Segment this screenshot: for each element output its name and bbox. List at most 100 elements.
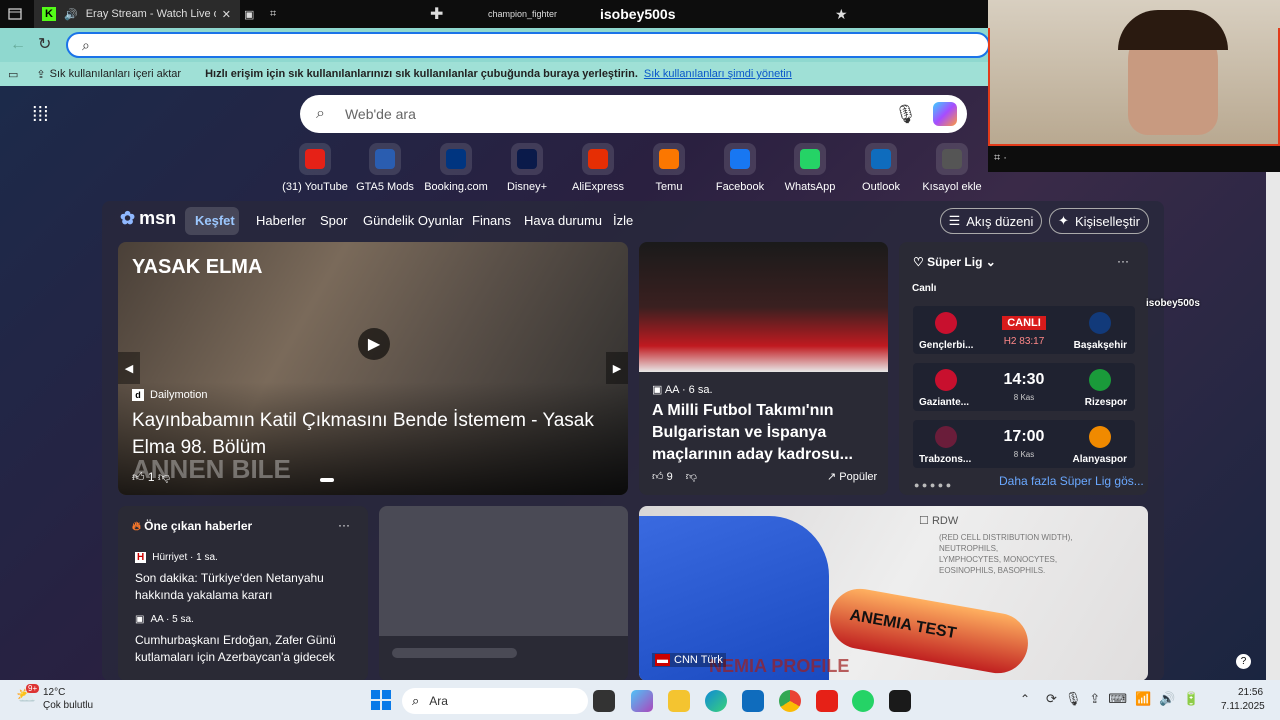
hero-title[interactable]: Kayınbabamın Katil Çıkmasını Bende İstem… bbox=[132, 407, 622, 461]
match-row[interactable]: Gençlerbi... CANLI H2 83:17 Başakşehir bbox=[913, 306, 1135, 354]
shortcut-temu[interactable]: Temu bbox=[629, 143, 709, 193]
next-arrow-icon[interactable]: ▶ bbox=[606, 352, 628, 384]
tab-title: Eray Stream - Watch Live on bbox=[85, 8, 216, 20]
apps-grid-icon[interactable]: ⁞⁞⁞ bbox=[32, 104, 49, 127]
refresh-icon[interactable]: ↻ bbox=[38, 34, 51, 54]
shortcut-gta5mods[interactable]: GTA5 Mods bbox=[345, 143, 425, 193]
carousel-indicator[interactable] bbox=[320, 478, 334, 482]
tab-eray-stream[interactable]: K 🔊 Eray Stream - Watch Live on ✕ bbox=[34, 0, 240, 28]
featured-item-title[interactable]: Son dakika: Türkiye'den Netanyahu hakkın… bbox=[135, 570, 355, 604]
clock-date[interactable]: 7.11.2025 bbox=[1221, 701, 1265, 712]
copilot-icon[interactable] bbox=[933, 102, 957, 126]
import-favorites-link[interactable]: Sık kullanılanları içeri aktar bbox=[50, 68, 181, 80]
nav-gundelik-oyunlar[interactable]: Gündelik Oyunlar bbox=[363, 213, 463, 228]
mic-icon[interactable]: 🎙 bbox=[894, 104, 917, 125]
popular-label: Popüler bbox=[839, 471, 878, 483]
windows-start-icon[interactable] bbox=[371, 690, 391, 710]
taskbar-search[interactable]: ⌕ Ara bbox=[402, 688, 588, 714]
featured-item-source-label: AA · 5 sa. bbox=[150, 614, 194, 625]
chrome-icon[interactable] bbox=[779, 690, 801, 712]
shortcut-facebook[interactable]: Facebook bbox=[700, 143, 780, 193]
outlook-taskbar-icon[interactable] bbox=[742, 690, 764, 712]
speaker-icon[interactable]: 🔊 bbox=[64, 8, 78, 21]
new-tab-icon[interactable]: ✚ bbox=[430, 0, 443, 28]
scrollbar[interactable] bbox=[1266, 86, 1280, 680]
form-line: NEUTROPHILS, bbox=[939, 544, 999, 553]
tab-icon[interactable]: ⌗ · bbox=[994, 152, 1007, 165]
shortcut-whatsapp[interactable]: WhatsApp bbox=[770, 143, 850, 193]
hero-likes-count: 1 bbox=[147, 470, 155, 484]
help-icon[interactable]: ? bbox=[1236, 654, 1251, 669]
nav-hava-durumu[interactable]: Hava durumu bbox=[524, 213, 602, 228]
news2-likes[interactable]: 👍︎ 9 👎︎ bbox=[652, 470, 697, 483]
news2-source: ▣ AA · 6 sa. bbox=[652, 383, 713, 396]
game-app-icon[interactable] bbox=[889, 690, 911, 712]
away-team-logo bbox=[1089, 312, 1111, 334]
match-row[interactable]: Gaziante... 14:30 8 Kas Rizespor bbox=[913, 363, 1135, 411]
anemia-source: ▬ CNN Türk bbox=[652, 653, 726, 667]
shortcut-outlook[interactable]: Outlook bbox=[841, 143, 921, 193]
shortcut-plus[interactable]: Kısayol ekle bbox=[912, 143, 992, 193]
news-card-football[interactable]: ▣ AA · 6 sa. A Milli Futbol Takımı'nın B… bbox=[639, 242, 888, 495]
tab-icon-2[interactable]: ⌗ bbox=[270, 0, 276, 28]
manage-favorites-link[interactable]: Sık kullanılanları şimdi yönetin bbox=[644, 68, 792, 80]
personalize-label: Kişiselleştir bbox=[1074, 213, 1140, 229]
edge-icon[interactable] bbox=[705, 690, 727, 712]
sports-pager: ● ● ● ● ● bbox=[914, 480, 952, 490]
whatsapp-icon-glyph bbox=[800, 149, 820, 169]
featured-title: Öne çıkan haberler bbox=[144, 519, 253, 533]
nav-finans[interactable]: Finans bbox=[472, 213, 511, 228]
close-icon[interactable]: ✕ bbox=[222, 8, 231, 21]
search-input[interactable]: Web'de ara bbox=[345, 106, 894, 122]
copilot-taskbar-icon[interactable] bbox=[631, 690, 653, 712]
nav-spor[interactable]: Spor bbox=[320, 213, 347, 228]
aa-icon: ▣ bbox=[652, 384, 665, 396]
flow-layout-label: Akış düzeni bbox=[966, 213, 1034, 229]
hero-likes[interactable]: 👍︎ 1 👎︎ bbox=[132, 470, 170, 485]
msn-logo-text: msn bbox=[139, 208, 177, 228]
match-row[interactable]: Trabzons... 17:00 8 Kas Alanyaspor bbox=[913, 420, 1135, 468]
taskbar-search-label: Ara bbox=[429, 694, 448, 708]
file-explorer-icon[interactable] bbox=[668, 690, 690, 712]
msn-logo[interactable]: ✿ msn bbox=[120, 208, 176, 229]
personalize-button[interactable]: ✦ Kişiselleştir bbox=[1049, 208, 1149, 234]
weather-desc: Çok bulutlu bbox=[43, 700, 94, 711]
sparkle-icon: ✦ bbox=[1058, 213, 1069, 228]
more-options-icon[interactable]: ··· bbox=[338, 518, 350, 532]
youtube-taskbar-icon[interactable] bbox=[816, 690, 838, 712]
shortcut-booking[interactable]: Booking.com bbox=[416, 143, 496, 193]
chevron-up-icon[interactable]: ⌃ bbox=[1020, 692, 1030, 706]
nav-kesfet[interactable]: Keşfet bbox=[195, 213, 235, 228]
whatsapp-taskbar-icon[interactable] bbox=[852, 690, 874, 712]
news2-title[interactable]: A Milli Futbol Takımı'nın Bulgaristan ve… bbox=[652, 400, 880, 466]
kick-icon: K bbox=[42, 7, 56, 21]
featured-item-title[interactable]: Cumhurbaşkanı Erdoğan, Zafer Günü kutlam… bbox=[135, 632, 355, 666]
outlook-icon-glyph bbox=[871, 149, 891, 169]
window-icon[interactable] bbox=[8, 0, 22, 28]
back-icon[interactable]: ← bbox=[10, 36, 26, 54]
news2-source-label: AA · 6 sa. bbox=[664, 384, 713, 396]
hero-source-label: Dailymotion bbox=[150, 389, 208, 401]
news2-likes-count: 9 bbox=[666, 471, 673, 483]
tab-icon[interactable]: ▣ bbox=[244, 0, 254, 28]
play-icon[interactable]: ▶ bbox=[358, 328, 390, 360]
gta5mods-icon-glyph bbox=[375, 149, 395, 169]
task-view-icon[interactable] bbox=[593, 690, 615, 712]
hero-card[interactable]: YASAK ELMA ▶ ◀ ▶ d Dailymotion Kayınbabam… bbox=[118, 242, 628, 495]
shortcut-aliexpress[interactable]: AliExpress bbox=[558, 143, 638, 193]
anemia-news-card[interactable]: ANEMIA TEST ☐ RDW (RED CELL DISTRIBUTION… bbox=[639, 506, 1148, 681]
url-input[interactable]: ⌕ bbox=[66, 32, 990, 58]
shortcut-youtube[interactable]: (31) YouTube bbox=[275, 143, 355, 193]
nav-haberler[interactable]: Haberler bbox=[256, 213, 306, 228]
more-super-lig-link[interactable]: Daha fazla Süper Lig gös... bbox=[999, 474, 1144, 488]
league-selector[interactable]: ♡ Süper Lig ⌄ bbox=[913, 255, 996, 269]
more-options-icon[interactable]: ··· bbox=[1117, 254, 1129, 268]
search-box[interactable]: ⌕ Web'de ara 🎙 bbox=[300, 95, 967, 133]
clock-time[interactable]: 21:56 bbox=[1238, 687, 1263, 698]
nav-izle[interactable]: İzle bbox=[613, 213, 633, 228]
star-icon[interactable]: ★ bbox=[835, 0, 848, 28]
shortcut-disney[interactable]: Disney+ bbox=[487, 143, 567, 193]
prev-arrow-icon[interactable]: ◀ bbox=[118, 352, 140, 384]
flow-layout-button[interactable]: ☰ Akış düzeni bbox=[940, 208, 1042, 234]
tray-icons[interactable]: ⟳🎙⇪⌨📶🔊🔋 bbox=[1046, 691, 1208, 707]
